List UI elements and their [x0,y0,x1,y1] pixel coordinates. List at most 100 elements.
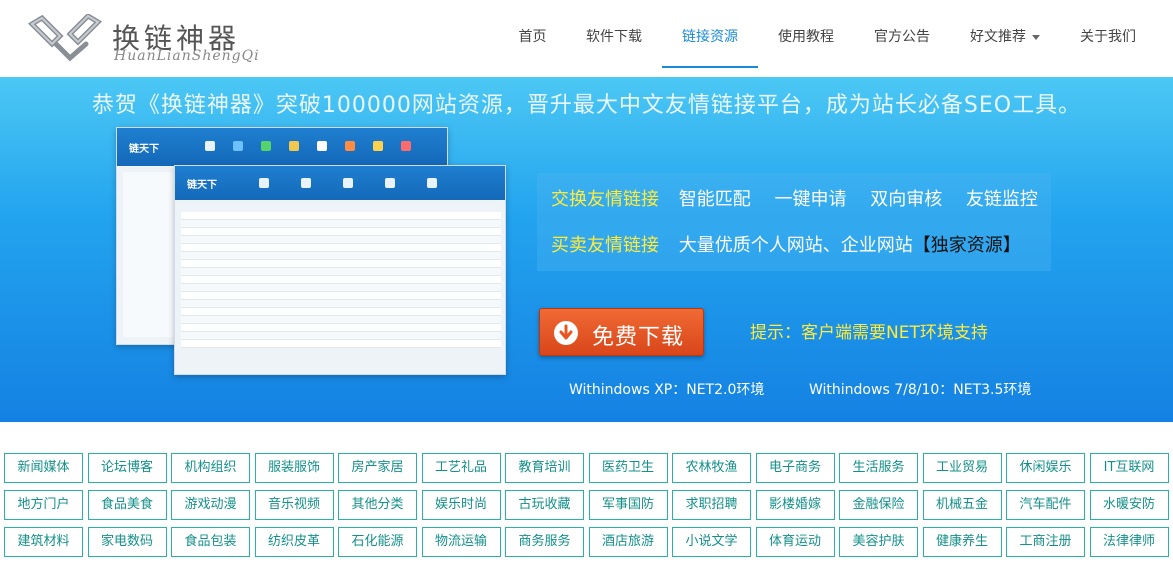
category-link[interactable]: 教育培训 [505,453,584,483]
nav-software-download[interactable]: 软件下载 [578,0,650,68]
category-link[interactable]: 食品美食 [87,490,167,520]
toolbar-icon [373,141,383,151]
category-link[interactable]: 其他分类 [338,490,417,520]
screenshot-brand-front: 链天下 [187,180,217,191]
table-row [181,236,501,244]
category-link[interactable]: 美容护肤 [839,527,918,557]
feature-panel: 交换友情链接 智能匹配 一键申请 双向审核 友链监控 买卖友情链接 大量优质个人… [537,173,1051,271]
category-link[interactable]: 汽车配件 [1006,490,1085,520]
buy-links-desc: 大量优质个人网站、企业网站 [678,235,913,256]
category-link[interactable]: 影楼婚嫁 [755,490,835,520]
category-link[interactable]: 食品包装 [171,527,250,557]
category-link[interactable]: 建筑材料 [4,527,83,557]
category-link[interactable]: 娱乐时尚 [421,490,501,520]
buy-links-line: 买卖友情链接 大量优质个人网站、企业网站【独家资源】 [551,231,1021,257]
category-link[interactable]: 休闲娱乐 [1006,453,1085,483]
category-link[interactable]: 机构组织 [171,453,250,483]
category-link[interactable]: 生活服务 [839,453,918,483]
category-link[interactable]: 家电数码 [87,527,167,557]
category-link[interactable]: 金融保险 [839,490,918,520]
nav-announcements-label: 官方公告 [874,29,930,45]
toolbar-icon [401,141,411,151]
app-screenshot-front: 链天下 [174,165,506,375]
feature-smart-match: 智能匹配 [678,189,751,210]
site-logo[interactable]: 换链神器 HuanLianShengQi [26,14,266,66]
toolbar-icon [259,178,269,188]
category-link[interactable]: 农林牧渔 [672,453,751,483]
toolbar-icon [427,178,437,188]
category-link[interactable]: 音乐视频 [254,490,334,520]
category-link[interactable]: 酒店旅游 [588,527,668,557]
category-link[interactable]: 工商注册 [1006,527,1085,557]
category-link[interactable]: 商务服务 [505,527,584,557]
nav-home[interactable]: 首页 [505,0,560,68]
category-link[interactable]: 服装服饰 [254,453,334,483]
category-link[interactable]: 健康养生 [922,527,1002,557]
hero-banner: 恭贺《换链神器》突破100000网站资源，晋升最大中文友情链接平台，成为站长必备… [0,77,1173,422]
category-link[interactable]: 医药卫生 [588,453,668,483]
category-link[interactable]: 物流运输 [421,527,501,557]
table-row [181,284,501,292]
category-link[interactable]: 游戏动漫 [171,490,250,520]
toolbar-icon [385,178,395,188]
category-link[interactable]: 房产家居 [338,453,417,483]
category-link[interactable]: 地方门户 [4,490,83,520]
category-link[interactable]: 工业贸易 [922,453,1002,483]
category-link[interactable]: 小说文学 [672,527,751,557]
category-link[interactable]: 军事国防 [588,490,668,520]
site-header: 换链神器 HuanLianShengQi 首页 软件下载 链接资源 使用教程 官… [0,0,1173,77]
nav-about-us[interactable]: 关于我们 [1072,0,1144,68]
category-link[interactable]: 新闻媒体 [4,453,83,483]
nav-recommended-articles[interactable]: 好文推荐 [962,0,1048,68]
nav-link-resources[interactable]: 链接资源 [662,0,758,68]
category-link[interactable]: 工艺礼品 [421,453,501,483]
feature-two-way-review: 双向审核 [870,189,943,210]
table-row [181,316,501,324]
chevron-down-icon [1032,34,1040,40]
category-link[interactable]: 法律律师 [1089,527,1169,557]
category-link[interactable]: 纺织皮革 [254,527,334,557]
nav-recommended-articles-label: 好文推荐 [970,29,1026,45]
screenshot-brand-back: 链天下 [129,144,159,155]
banner-headline: 恭贺《换链神器》突破100000网站资源，晋升最大中文友情链接平台，成为站长必备… [91,93,1082,118]
toolbar-icon [345,141,355,151]
category-link[interactable]: 机械五金 [922,490,1002,520]
exchange-links-key: 交换友情链接 [551,189,659,210]
toolbar-icon [317,141,327,151]
exclusive-resource-badge: 【独家资源】 [912,235,1021,256]
nav-home-label: 首页 [518,29,547,45]
category-link[interactable]: 电子商务 [755,453,835,483]
category-link[interactable]: 古玩收藏 [505,490,584,520]
nav-tutorials[interactable]: 使用教程 [770,0,842,68]
exchange-links-line: 交换友情链接 智能匹配 一键申请 双向审核 友链监控 [551,185,1038,211]
nav-tutorials-label: 使用教程 [778,29,834,45]
buy-links-key: 买卖友情链接 [551,235,659,256]
net-requirement-tip: 提示：客户端需要NET环境支持 [750,323,988,343]
toolbar-icon [261,141,271,151]
free-download-button[interactable]: 免费下载 [539,308,704,356]
category-link[interactable]: 求职招聘 [672,490,751,520]
toolbar-icon [343,178,353,188]
env-winxp: Withindows XP：NET2.0环境 [569,382,765,398]
category-link[interactable]: 体育运动 [755,527,835,557]
download-arrow-icon [554,321,578,345]
table-row [181,308,501,316]
download-label: 免费下载 [592,325,685,350]
category-link[interactable]: 石化能源 [338,527,417,557]
table-row [181,276,501,284]
feature-link-monitor: 友链监控 [965,189,1038,210]
logo-subtitle: HuanLianShengQi [114,48,260,64]
feature-one-click-apply: 一键申请 [774,189,847,210]
toolbar-icon [205,141,215,151]
category-link[interactable]: 水暖安防 [1089,490,1169,520]
toolbar-icon [289,141,299,151]
nav-about-us-label: 关于我们 [1080,29,1136,45]
category-link[interactable]: IT互联网 [1089,453,1169,483]
screenshot-table [181,212,501,348]
table-row [181,212,501,220]
table-row [181,268,501,276]
table-row [181,260,501,268]
screenshot-sidebar [123,172,181,337]
category-link[interactable]: 论坛博客 [87,453,167,483]
nav-announcements[interactable]: 官方公告 [866,0,938,68]
